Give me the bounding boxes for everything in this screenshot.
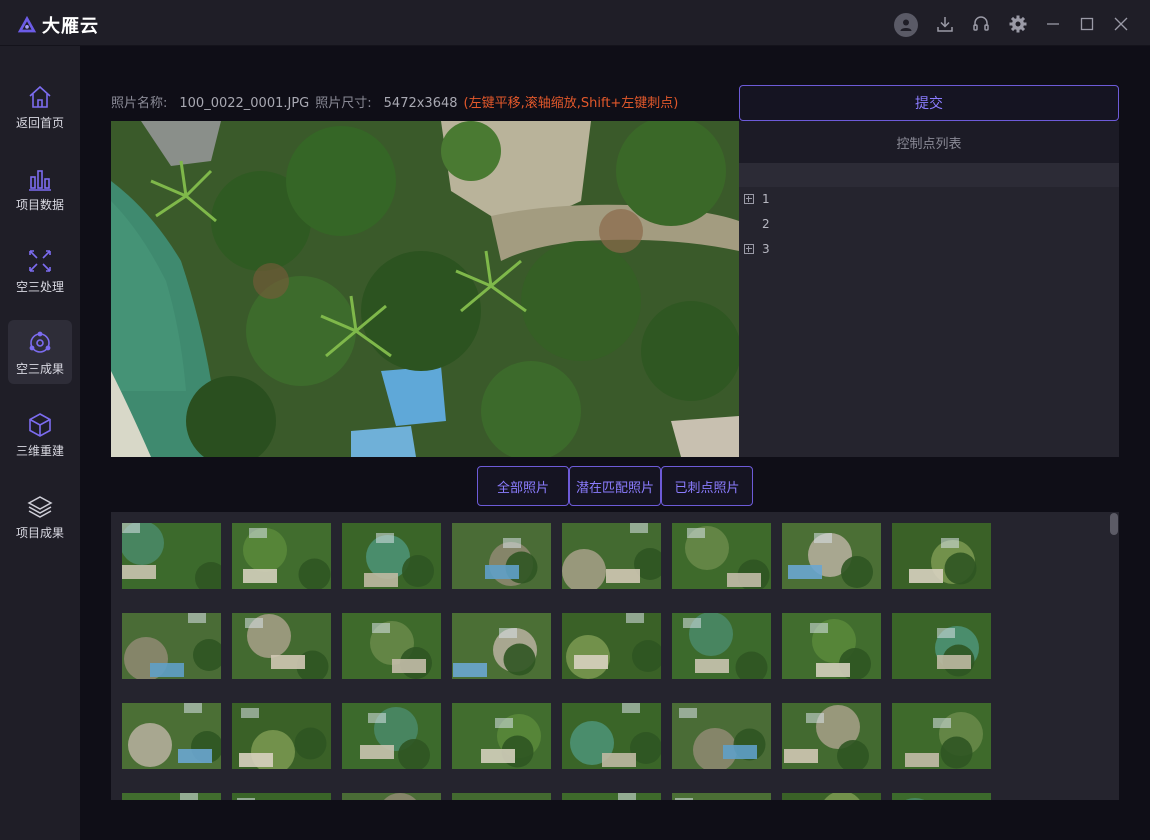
app-name: 大雁云 [42, 16, 99, 37]
gear-icon[interactable] [1006, 12, 1030, 36]
photo-thumbnail[interactable] [452, 793, 551, 800]
main-photo-viewer[interactable] [111, 121, 739, 457]
photo-thumbnail[interactable] [562, 703, 661, 769]
sidebar-item-project-result[interactable]: 项目成果 [8, 484, 72, 548]
aerial-photo [111, 121, 739, 457]
photo-thumbnail[interactable] [122, 793, 221, 800]
sidebar-item-project-data[interactable]: 项目数据 [8, 156, 72, 220]
control-point-row[interactable]: 2 [739, 212, 1119, 236]
sidebar-item-label: 空三成果 [15, 362, 64, 376]
bar-chart-icon [29, 170, 51, 191]
photo-thumbnail[interactable] [122, 703, 221, 769]
submit-button[interactable]: 提交 [739, 85, 1119, 121]
filter-all-photos-button[interactable]: 全部照片 [477, 466, 569, 506]
photo-thumbnail[interactable] [892, 523, 991, 589]
photo-thumbnail[interactable] [122, 523, 221, 589]
photo-thumbnail[interactable] [562, 613, 661, 679]
photo-thumbnail[interactable] [232, 793, 331, 800]
filter-potential-match-button[interactable]: 潜在匹配照片 [569, 466, 661, 506]
filter-marked-photos-button[interactable]: 已刺点照片 [661, 466, 753, 506]
photo-thumbnail[interactable] [782, 793, 881, 800]
photo-size-value: 5472x3648 [383, 96, 458, 111]
photo-thumbnail[interactable] [892, 793, 991, 800]
aerotriangulation-icon [29, 250, 51, 272]
sidebar-item-label: 三维重建 [15, 444, 64, 458]
photo-thumbnail[interactable] [672, 613, 771, 679]
photo-info: 照片名称: 100_0022_0001.JPG 照片尺寸: 5472x3648 (左键平… [111, 92, 679, 111]
photo-thumbnail[interactable] [342, 793, 441, 800]
headset-icon[interactable] [969, 12, 993, 36]
photo-gallery [111, 512, 1119, 800]
photo-thumbnail[interactable] [232, 703, 331, 769]
photo-size-label: 照片尺寸: [315, 96, 372, 111]
expand-icon[interactable] [744, 194, 754, 204]
control-point-row[interactable]: 1 [739, 187, 1119, 211]
logo-icon [17, 15, 37, 33]
sidebar-item-3d-reconstruction[interactable]: 三维重建 [8, 402, 72, 466]
photo-thumbnail[interactable] [452, 523, 551, 589]
sidebar-item-label: 项目数据 [15, 198, 64, 212]
layers-icon [27, 496, 53, 518]
control-point-label: 2 [762, 217, 770, 231]
sidebar-item-aerotriangulation[interactable]: 空三处理 [8, 238, 72, 302]
maximize-icon[interactable] [1075, 12, 1099, 36]
photo-thumbnail[interactable] [892, 613, 991, 679]
control-point-list-title: 控制点列表 [739, 121, 1119, 163]
photo-thumbnail[interactable] [342, 703, 441, 769]
control-point-panel: 控制点列表 1 2 3 [739, 121, 1119, 457]
close-icon[interactable] [1109, 12, 1133, 36]
cube-icon [29, 413, 51, 437]
photo-thumbnail[interactable] [232, 613, 331, 679]
photo-thumbnail[interactable] [672, 793, 771, 800]
sidebar: 返回首页 项目数据 空三处理 空三成果 三维重建 项目成果 [0, 46, 80, 840]
download-icon[interactable] [933, 12, 957, 36]
control-point-label: 1 [762, 192, 770, 206]
control-point-list-header [739, 163, 1119, 187]
photo-name-label: 照片名称: [111, 96, 168, 111]
photo-thumbnail[interactable] [562, 793, 661, 800]
photo-thumbnail[interactable] [122, 613, 221, 679]
photo-thumbnail[interactable] [782, 613, 881, 679]
sidebar-item-label: 返回首页 [15, 116, 64, 130]
gallery-scrollbar-thumb[interactable] [1110, 513, 1118, 535]
control-point-label: 3 [762, 242, 770, 256]
photo-thumbnail[interactable] [452, 703, 551, 769]
home-icon [29, 85, 51, 108]
sidebar-item-home[interactable]: 返回首页 [8, 74, 72, 138]
title-bar: 大雁云 [0, 0, 1150, 46]
photo-thumbnail[interactable] [672, 523, 771, 589]
network-result-icon [29, 331, 51, 353]
photo-thumbnail[interactable] [782, 523, 881, 589]
photo-thumbnail[interactable] [232, 523, 331, 589]
sidebar-item-aerotriangulation-result[interactable]: 空三成果 [8, 320, 72, 384]
expand-icon[interactable] [744, 244, 754, 254]
gallery-scrollbar-track[interactable] [1107, 512, 1119, 800]
interaction-hint: (左键平移,滚轴缩放,Shift+左键刺点) [463, 96, 679, 111]
photo-thumbnail[interactable] [452, 613, 551, 679]
sidebar-item-label: 项目成果 [15, 526, 64, 540]
photo-name-value: 100_0022_0001.JPG [179, 96, 310, 111]
user-avatar-icon[interactable] [894, 13, 918, 37]
minimize-icon[interactable] [1041, 12, 1065, 36]
photo-thumbnail[interactable] [782, 703, 881, 769]
photo-thumbnail[interactable] [342, 523, 441, 589]
sidebar-item-label: 空三处理 [15, 280, 64, 294]
brand: 大雁云 [16, 12, 99, 38]
control-point-row[interactable]: 3 [739, 237, 1119, 261]
photo-thumbnail[interactable] [892, 703, 991, 769]
photo-thumbnail[interactable] [562, 523, 661, 589]
photo-thumbnail[interactable] [672, 703, 771, 769]
photo-thumbnail[interactable] [342, 613, 441, 679]
